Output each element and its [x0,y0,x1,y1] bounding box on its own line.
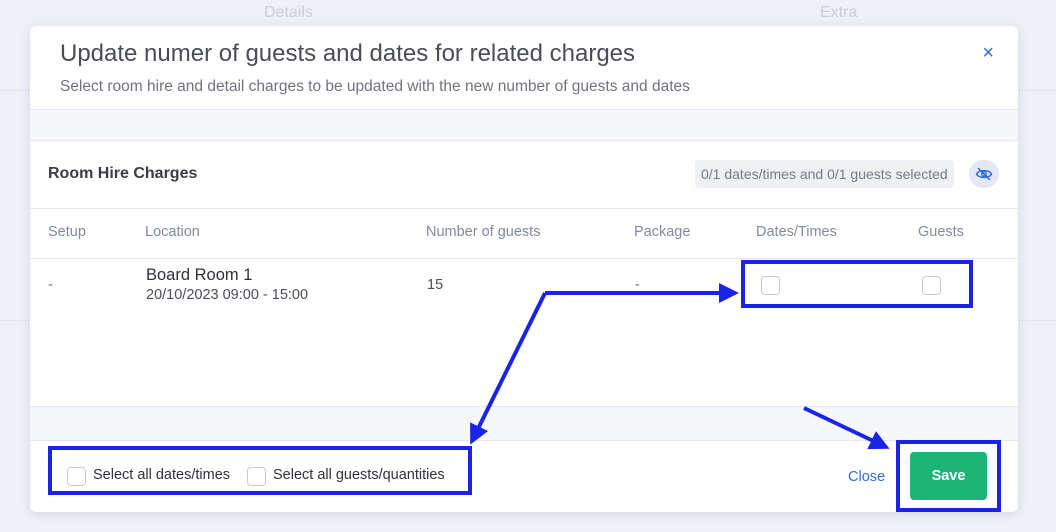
annotation-highlight-save [896,440,1001,512]
table-top-rule [30,208,1018,209]
modal-subtitle: Select room hire and detail charges to b… [60,78,690,95]
background-tab-details: Details [264,4,313,21]
column-header-location: Location [145,224,200,240]
cell-guests: 15 [427,277,444,293]
annotation-highlight-select-all [48,446,472,495]
selection-count-badge: 0/1 dates/times and 0/1 guests selected [695,160,954,188]
section-title: Room Hire Charges [48,165,198,182]
modal-title: Update numer of guests and dates for rel… [60,40,636,67]
header-divider-band [30,109,1018,141]
background-tab-extra: Extra [820,4,858,21]
toggle-visibility-button[interactable] [969,160,999,188]
close-icon[interactable]: × [982,42,994,65]
column-header-guests-check: Guests [918,224,964,240]
column-header-setup: Setup [48,224,86,240]
annotation-highlight-row-checkboxes [741,260,973,308]
eye-slash-icon [975,167,993,181]
column-header-guests: Number of guests [426,224,541,240]
cell-location-date: 20/10/2023 09:00 - 15:00 [146,287,309,303]
update-charges-modal: Update numer of guests and dates for rel… [30,26,1018,512]
column-header-package: Package [634,224,691,240]
column-header-dates: Dates/Times [756,224,837,240]
cell-setup: - [48,277,53,293]
cell-package: - [635,277,640,293]
table-header-rule [30,258,1018,259]
footer-divider-band [30,406,1018,441]
cell-location-name: Board Room 1 [146,266,253,284]
close-button[interactable]: Close [848,469,885,485]
